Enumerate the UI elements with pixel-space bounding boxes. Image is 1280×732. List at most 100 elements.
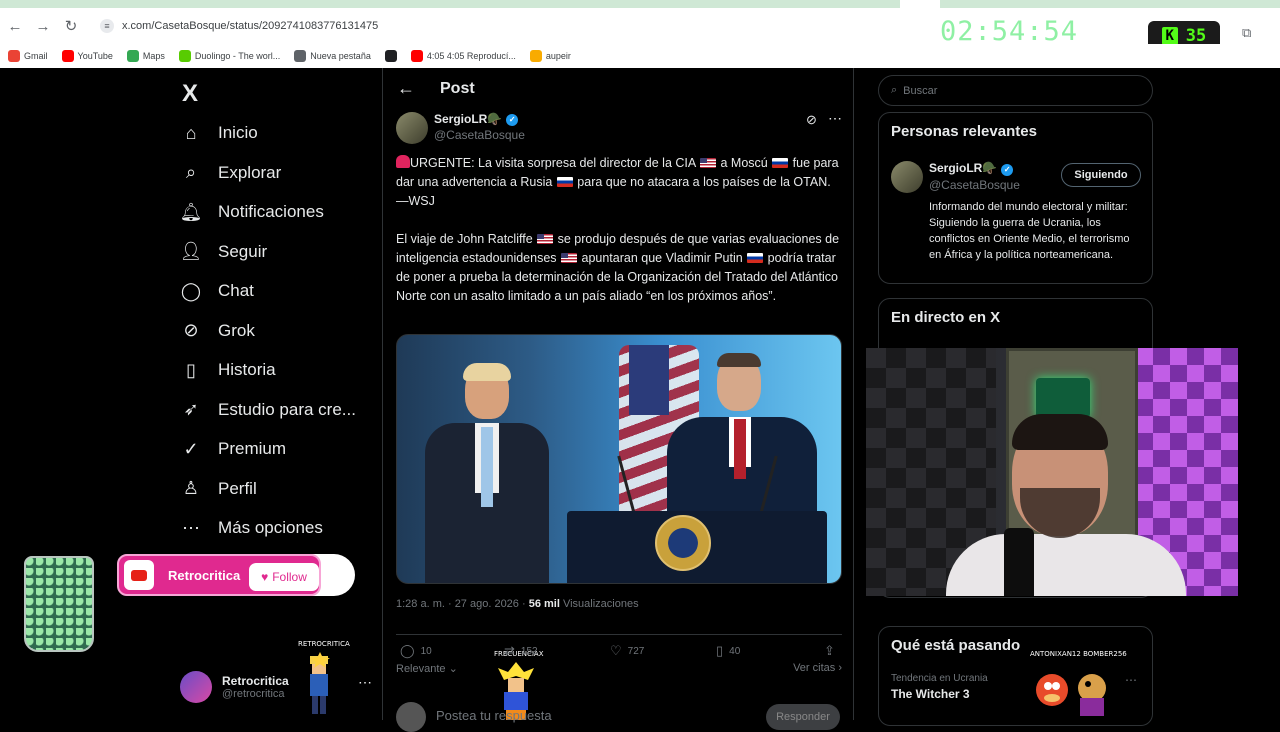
follow-button[interactable]: ♥ Follow	[249, 563, 319, 591]
microphone	[1004, 528, 1034, 596]
forward-icon[interactable]: →	[30, 13, 56, 39]
like-button[interactable]: ♡ 727	[610, 643, 644, 659]
bookmark-item[interactable]: Duolingo - The worl...	[178, 50, 280, 62]
heart-icon: ♥	[261, 570, 269, 584]
trend-more-icon[interactable]: ⋯	[1125, 673, 1137, 687]
bookmark-favicon-icon	[384, 50, 397, 62]
post-image[interactable]	[396, 334, 842, 584]
more-icon[interactable]: ⋯	[358, 674, 372, 691]
trend-name[interactable]: The Witcher 3	[891, 687, 970, 701]
sidebar-item-inicio[interactable]: ⌂ Inicio	[180, 113, 258, 153]
active-tab[interactable]	[900, 0, 940, 8]
avatar[interactable]	[891, 161, 923, 193]
author-name[interactable]: SergioLR🪖	[434, 112, 502, 126]
extensions-icon[interactable]: ⧉	[1242, 25, 1258, 41]
like-count: 727	[627, 645, 645, 657]
radar-screen	[1036, 378, 1090, 418]
share-button[interactable]: ⇪	[824, 643, 835, 659]
reply-button[interactable]: Responder	[766, 704, 840, 730]
sidebar-item-label: Chat	[218, 281, 254, 300]
post-text: El viaje de John Ratcliffe	[396, 232, 537, 246]
bookmark-item[interactable]: YouTube	[61, 50, 113, 62]
relevant-user-handle[interactable]: @CasetaBosque	[929, 178, 1020, 192]
repost-icon: ⇄	[504, 643, 515, 658]
flag-stars	[629, 345, 669, 415]
bookmark-label: YouTube	[77, 51, 113, 61]
bookmark-icon: ▯	[186, 359, 196, 380]
sidebar-item-explorar[interactable]: ⌕ Explorar	[180, 153, 281, 193]
reply-button[interactable]: ◯ 10	[400, 643, 432, 659]
back-arrow-icon[interactable]: ←	[397, 78, 415, 99]
reply-input[interactable]: Postea tu respuesta	[436, 708, 552, 723]
author-name-row[interactable]: SergioLR🪖 ✓	[434, 112, 519, 126]
sidebar-item-estudio-para-cre[interactable]: ➶ Estudio para cre...	[180, 390, 356, 430]
bookmark-item[interactable]: Nueva pestaña	[294, 50, 371, 62]
russia-flag-icon	[772, 158, 789, 168]
sidebar-item-seguir[interactable]: 👤︎ Seguir	[180, 232, 268, 272]
bookmark-favicon-icon	[61, 50, 74, 62]
bookmark-favicon-icon	[529, 50, 542, 62]
reload-icon[interactable]: ↻	[58, 13, 84, 39]
more-icon: ⋯	[182, 517, 200, 538]
bookmark-item[interactable]: Maps	[126, 50, 165, 62]
heart-icon: ♡	[610, 643, 622, 658]
following-button[interactable]: Siguiendo	[1061, 163, 1141, 187]
bookmarks-bar: Gmail YouTube Maps Duolingo - The worl... Nu…	[0, 44, 1280, 68]
reply-sort-row: Relevante ⌄ Ver citas ›	[396, 662, 842, 684]
relevant-user-name-row[interactable]: SergioLR🪖 ✓	[929, 161, 1014, 176]
view-quotes-link[interactable]: Ver citas ›	[793, 662, 842, 674]
post-text: URGENTE: La visita sorpresa del director…	[410, 156, 700, 170]
search-input[interactable]: ⌕ Buscar	[878, 75, 1153, 106]
post-more-icon[interactable]: ⋯	[828, 110, 842, 127]
bell-icon: 🔔︎	[179, 201, 203, 222]
sidebar-item-notificaciones[interactable]: 🔔︎ Notificaciones	[180, 192, 324, 232]
author-avatar[interactable]	[396, 112, 428, 144]
bookmark-item[interactable]: Gmail	[8, 50, 48, 62]
address-bar[interactable]: ≡ x.com/CasetaBosque/status/209274108377…	[92, 13, 922, 39]
post-timestamp[interactable]: 1:28 a. m. · 27 ago. 2026 ·	[396, 598, 529, 610]
sidebar-item-chat[interactable]: ◯ Chat	[180, 271, 254, 311]
bookmark-item[interactable]	[384, 50, 397, 62]
sidebar-item-grok[interactable]: ⊘ Grok	[180, 311, 254, 351]
card-title: En directo en X	[891, 309, 1001, 326]
post-meta: 1:28 a. m. · 27 ago. 2026 · 56 mil Visua…	[396, 598, 639, 610]
follow-widget: Retrocritica ♥ Follow	[117, 554, 355, 596]
grok-explain-icon[interactable]: ⊘	[806, 112, 817, 128]
profile-icon: ♙	[182, 478, 200, 498]
siren-emoji-icon	[396, 155, 410, 168]
avatar	[396, 702, 426, 732]
account-name: Retrocritica	[222, 674, 289, 688]
bookmark-item[interactable]: aupeir	[529, 50, 571, 62]
sidebar-item-label: Más opciones	[218, 518, 323, 537]
verified-badge-icon: ✓	[1001, 164, 1014, 176]
sidebar-item-label: Estudio para cre...	[218, 399, 356, 419]
trending-card: Qué está pasando Tendencia en Ucrania Th…	[878, 626, 1153, 726]
bookmark-favicon-icon	[410, 50, 423, 62]
author-handle[interactable]: @CasetaBosque	[434, 128, 525, 142]
person-figure	[425, 363, 549, 583]
bookmark-button[interactable]: ▯ 40	[716, 643, 740, 659]
bookmark-item[interactable]: 4:05 4:05 Reproducí...	[410, 50, 516, 62]
post-column: ← Post SergioLR🪖 ✓ @CasetaBosque ⊘ ⋯ URGE…	[382, 68, 854, 732]
sidebar-item-label: Premium	[218, 439, 287, 458]
sort-label: Relevante	[396, 663, 446, 675]
share-icon: ⇪	[824, 643, 835, 658]
channel-name: Retrocritica	[168, 567, 241, 583]
post-text: apuntaran que Vladimir Putin	[578, 251, 747, 265]
back-icon[interactable]: ←	[2, 13, 28, 39]
sidebar-item-premium[interactable]: ✓ Premium	[180, 429, 286, 469]
relevant-user-name[interactable]: SergioLR🪖	[929, 161, 997, 175]
x-logo[interactable]: X	[182, 80, 198, 108]
site-info-icon[interactable]: ≡	[100, 19, 114, 33]
bookmark-label: Maps	[142, 51, 165, 61]
sidebar-item-más-opciones[interactable]: ⋯ Más opciones	[180, 508, 323, 548]
bookmark-count: 40	[729, 645, 741, 657]
repost-button[interactable]: ⇄ 152	[504, 643, 538, 659]
tab-strip	[0, 0, 1280, 8]
reply-composer: Postea tu respuesta Responder	[396, 700, 842, 732]
sidebar-item-historia[interactable]: ▯ Historia	[180, 350, 276, 390]
sort-dropdown[interactable]: Relevante ⌄	[396, 662, 458, 675]
sidebar-item-perfil[interactable]: ♙ Perfil	[180, 469, 257, 509]
account-switcher[interactable]: Retrocritica @retrocritica ⋯	[180, 664, 380, 710]
follow-label: Follow	[272, 570, 307, 584]
